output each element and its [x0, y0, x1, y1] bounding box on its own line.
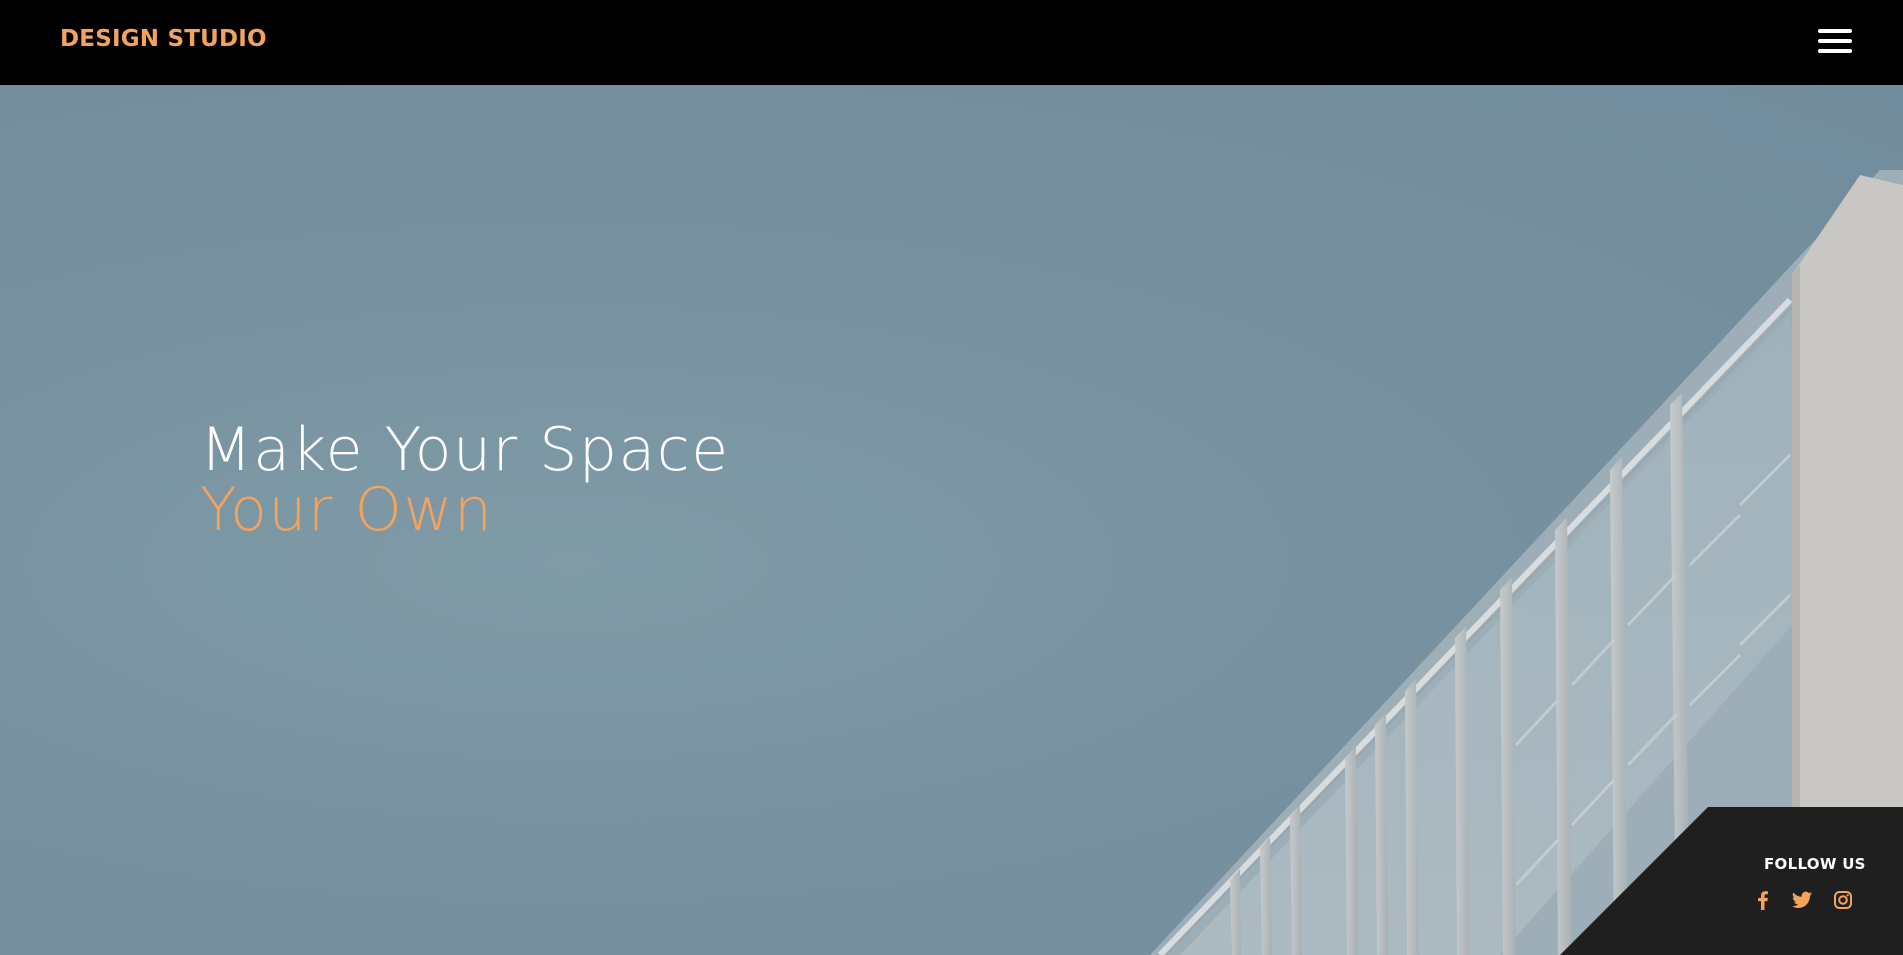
- headline-line-2: Your Own: [200, 475, 494, 545]
- page: DESIGN STUDIO Make Your Space Your Own F…: [0, 0, 1903, 955]
- menu-bar-middle: [1818, 39, 1852, 43]
- instagram-icon[interactable]: [1832, 889, 1854, 911]
- twitter-icon[interactable]: [1791, 889, 1813, 911]
- headline-line-1: Make Your Space: [200, 415, 730, 485]
- menu-bar-top: [1818, 29, 1852, 33]
- top-navbar: DESIGN STUDIO: [0, 0, 1903, 85]
- menu-bar-bottom: [1818, 49, 1852, 53]
- hero-headline: Make Your Space Your Own: [200, 420, 730, 540]
- hero-section: Make Your Space Your Own: [0, 85, 1903, 955]
- brand-logo[interactable]: DESIGN STUDIO: [60, 26, 267, 52]
- facebook-icon[interactable]: [1752, 889, 1774, 911]
- follow-us-title: FOLLOW US: [1764, 855, 1866, 873]
- hamburger-menu-icon[interactable]: [1818, 28, 1854, 54]
